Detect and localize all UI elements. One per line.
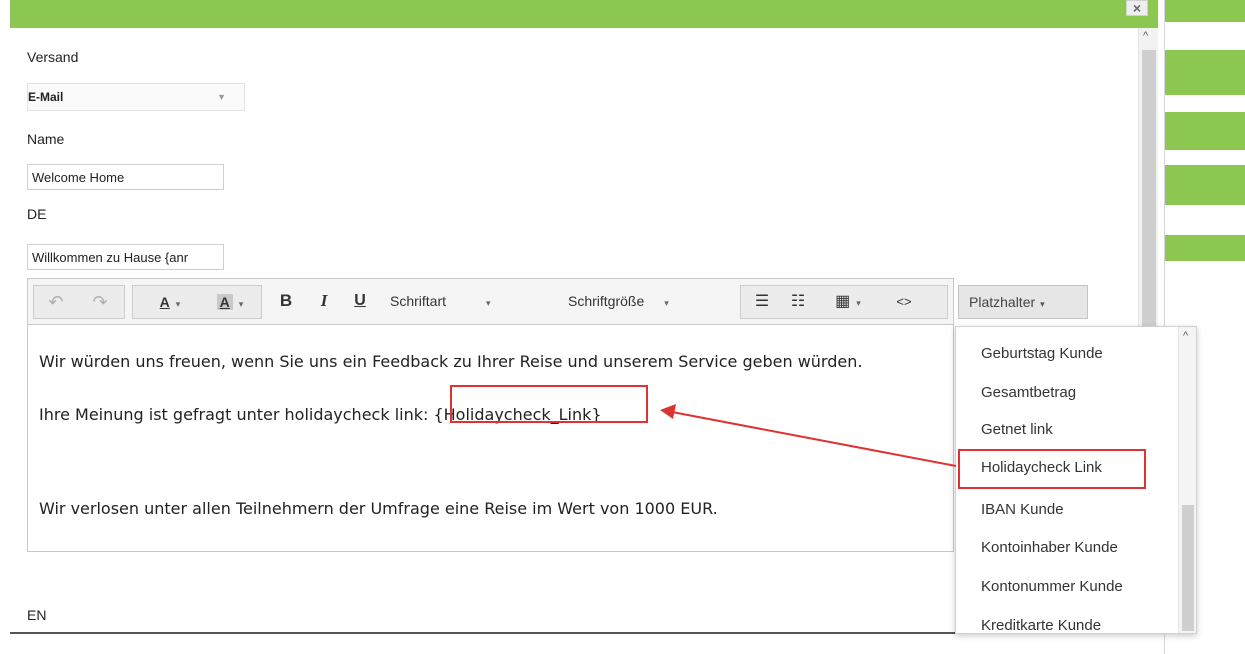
placeholder-menu-item[interactable]: Getnet link xyxy=(981,421,1053,438)
code-view-icon[interactable]: <> xyxy=(889,286,919,318)
text-color-icon: A xyxy=(159,294,170,310)
bg-band xyxy=(1165,165,1245,205)
table-button[interactable]: ▦ ▾ xyxy=(823,286,873,318)
placeholder-menu-item[interactable]: Geburtstag Kunde xyxy=(981,345,1103,362)
bg-band xyxy=(1165,235,1245,261)
placeholder-menu-item[interactable]: Kontonummer Kunde xyxy=(981,578,1123,595)
scroll-up-icon[interactable]: ^ xyxy=(1183,330,1188,342)
paragraph-text: Ihre Meinung ist gefragt unter holidaych… xyxy=(39,405,434,424)
placeholder-highlight-box xyxy=(450,385,648,423)
editor-paragraph: Wir würden uns freuen, wenn Sie uns ein … xyxy=(39,352,863,371)
history-group: ↶ ↷ xyxy=(33,285,125,319)
bg-color-button[interactable]: A ▾ xyxy=(203,286,257,318)
chevron-down-icon: ▾ xyxy=(664,298,669,308)
de-label: DE xyxy=(27,206,47,222)
color-group: A ▾ A ▾ xyxy=(132,285,262,319)
placeholder-menu-item[interactable]: Kontoinhaber Kunde xyxy=(981,539,1118,556)
bg-color-icon: A xyxy=(216,294,233,310)
dialog-header-bar xyxy=(10,0,1158,28)
editor-toolbar: ↶ ↷ A ▾ A ▾ B I U Schriftart ▾ Schriftgröße… xyxy=(28,279,1088,325)
font-size-label: Schriftgröße xyxy=(568,293,645,309)
editor-content[interactable]: Wir würden uns freuen, wenn Sie uns ein … xyxy=(28,325,953,551)
font-family-dropdown[interactable]: Schriftart ▾ xyxy=(384,285,534,317)
en-label: EN xyxy=(27,607,47,623)
undo-icon[interactable]: ↶ xyxy=(42,286,70,318)
bg-band xyxy=(1165,50,1245,95)
font-family-label: Schriftart xyxy=(390,293,447,309)
redo-icon[interactable]: ↷ xyxy=(86,286,114,318)
chevron-down-icon: ▾ xyxy=(856,298,861,308)
placeholder-label: Platzhalter xyxy=(969,294,1036,310)
placeholder-menu: Geburtstag Kunde Gesamtbetrag Getnet lin… xyxy=(955,326,1197,634)
placeholder-dropdown-button[interactable]: Platzhalter ▾ xyxy=(958,285,1088,319)
text-color-button[interactable]: A ▾ xyxy=(143,286,197,318)
placeholder-menu-item[interactable]: Kreditkarte Kunde xyxy=(981,617,1101,633)
bg-band xyxy=(1165,0,1245,22)
menu-scrollbar[interactable]: ^ xyxy=(1178,327,1196,633)
font-size-dropdown[interactable]: Schriftgröße ▾ xyxy=(568,285,728,317)
name-label: Name xyxy=(27,131,65,147)
italic-button[interactable]: I xyxy=(312,285,336,317)
table-icon: ▦ xyxy=(835,293,851,310)
chevron-down-icon: ▾ xyxy=(1040,299,1045,309)
chevron-down-icon: ▾ xyxy=(486,298,491,308)
bg-band xyxy=(1165,112,1245,150)
underline-button[interactable]: U xyxy=(348,285,372,317)
selected-item-highlight-box xyxy=(958,449,1146,489)
versand-select-value: E-Mail xyxy=(28,90,64,104)
name-input[interactable]: Welcome Home xyxy=(27,164,224,190)
editor-paragraph: Wir verlosen unter allen Teilnehmern der… xyxy=(39,499,718,518)
chevron-down-icon: ▾ xyxy=(238,299,244,309)
placeholder-menu-item[interactable]: Gesamtbetrag xyxy=(981,384,1076,401)
bullet-list-icon[interactable]: ☰ xyxy=(749,286,775,318)
placeholder-menu-item[interactable]: IBAN Kunde xyxy=(981,501,1064,518)
bold-button[interactable]: B xyxy=(274,285,298,317)
close-button[interactable]: × xyxy=(1126,0,1148,16)
scroll-up-icon[interactable]: ^ xyxy=(1143,30,1148,42)
chevron-down-icon: ▼ xyxy=(217,92,226,102)
chevron-down-icon: ▾ xyxy=(175,299,181,309)
list-group: ☰ ☷ ▦ ▾ <> xyxy=(740,285,948,319)
numbered-list-icon[interactable]: ☷ xyxy=(785,286,811,318)
scrollbar-thumb[interactable] xyxy=(1182,505,1194,631)
versand-label: Versand xyxy=(27,49,79,65)
versand-select[interactable]: E-Mail ▼ xyxy=(27,83,245,111)
de-subject-input[interactable]: Willkommen zu Hause {anr xyxy=(27,244,224,270)
